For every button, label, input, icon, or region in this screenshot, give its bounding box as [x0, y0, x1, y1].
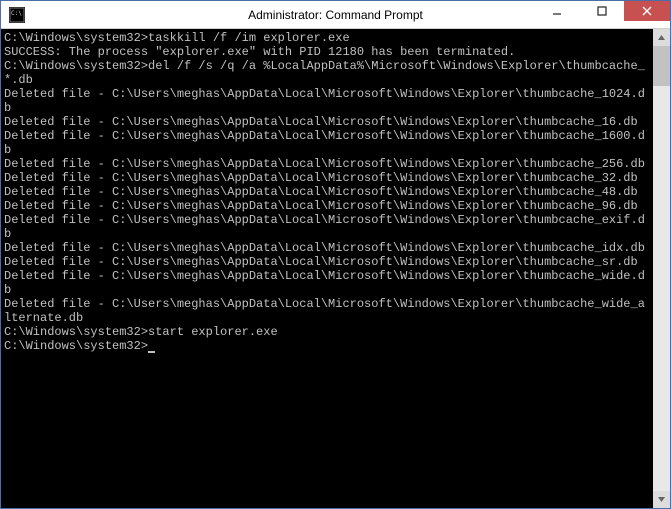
chevron-up-icon — [657, 33, 666, 42]
titlebar[interactable]: C:\ Administrator: Command Prompt — [1, 1, 670, 29]
chevron-down-icon — [657, 495, 666, 504]
terminal-line: Deleted file - C:\Users\meghas\AppData\L… — [4, 199, 650, 213]
terminal-line: Deleted file - C:\Users\meghas\AppData\L… — [4, 115, 650, 129]
scroll-track[interactable] — [653, 46, 670, 491]
text-cursor — [148, 351, 155, 353]
terminal-line: Deleted file - C:\Users\meghas\AppData\L… — [4, 185, 650, 199]
terminal-line: Deleted file - C:\Users\meghas\AppData\L… — [4, 297, 650, 325]
vertical-scrollbar[interactable] — [653, 29, 670, 508]
terminal-line: Deleted file - C:\Users\meghas\AppData\L… — [4, 129, 650, 157]
terminal-line: Deleted file - C:\Users\meghas\AppData\L… — [4, 213, 650, 241]
terminal-line: Deleted file - C:\Users\meghas\AppData\L… — [4, 171, 650, 185]
terminal-output[interactable]: C:\Windows\system32>taskkill /f /im expl… — [1, 29, 653, 508]
terminal-line: Deleted file - C:\Users\meghas\AppData\L… — [4, 241, 650, 255]
terminal-line: Deleted file - C:\Users\meghas\AppData\L… — [4, 255, 650, 269]
scroll-down-button[interactable] — [653, 491, 670, 508]
scroll-up-button[interactable] — [653, 29, 670, 46]
scroll-thumb[interactable] — [653, 46, 670, 86]
terminal-line: Deleted file - C:\Users\meghas\AppData\L… — [4, 269, 650, 297]
terminal-line: C:\Windows\system32> — [4, 339, 650, 353]
terminal-line: SUCCESS: The process "explorer.exe" with… — [4, 45, 650, 59]
terminal-line: Deleted file - C:\Users\meghas\AppData\L… — [4, 157, 650, 171]
close-button[interactable] — [624, 1, 670, 21]
terminal-line: Deleted file - C:\Users\meghas\AppData\L… — [4, 87, 650, 115]
terminal-line: C:\Windows\system32>del /f /s /q /a %Loc… — [4, 59, 650, 87]
svg-text:C:\: C:\ — [11, 10, 22, 17]
cmd-icon: C:\ — [9, 7, 25, 23]
minimize-button[interactable] — [534, 1, 579, 21]
window-controls — [534, 1, 670, 28]
maximize-button[interactable] — [579, 1, 624, 21]
terminal-line: C:\Windows\system32>start explorer.exe — [4, 325, 650, 339]
client-area: C:\Windows\system32>taskkill /f /im expl… — [1, 29, 670, 508]
window: C:\ Administrator: Command Prompt C:\Win… — [0, 0, 671, 509]
terminal-line: C:\Windows\system32>taskkill /f /im expl… — [4, 31, 650, 45]
